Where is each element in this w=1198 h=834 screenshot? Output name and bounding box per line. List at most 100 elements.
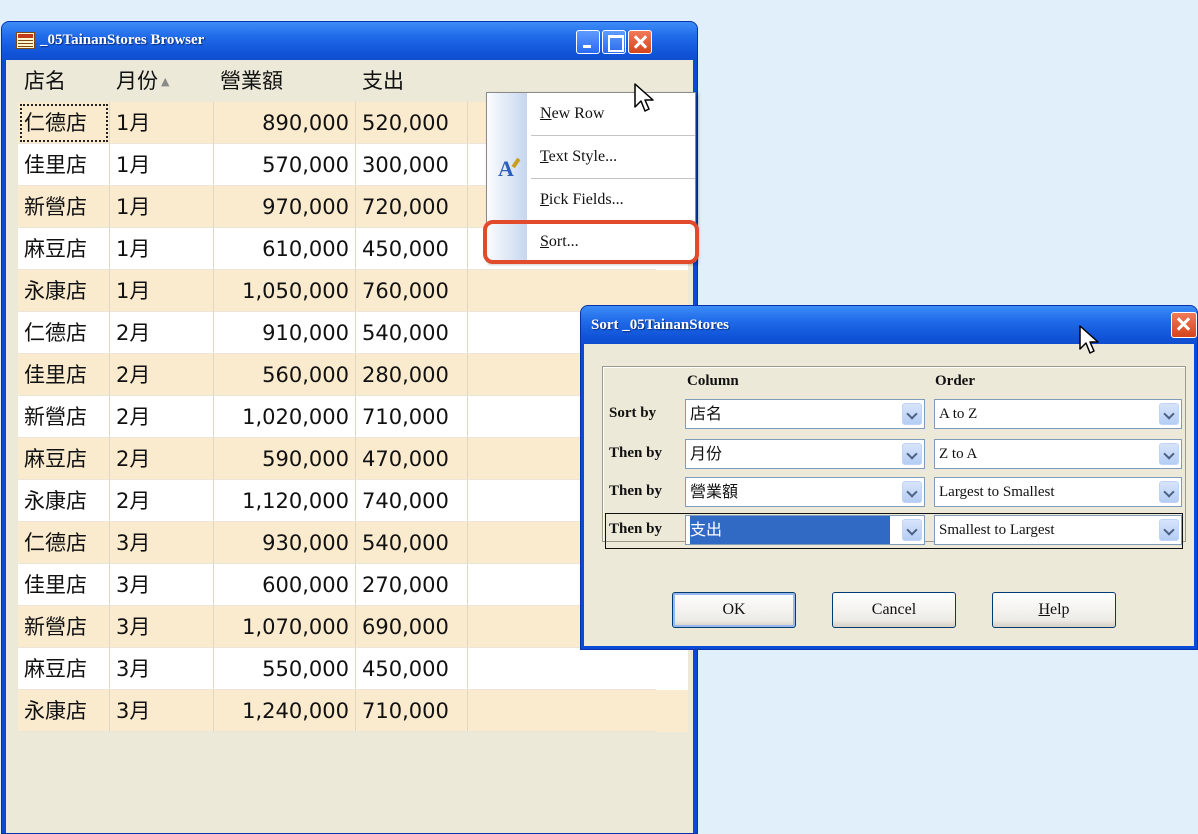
browser-titlebar[interactable]: _05TainanStores Browser (2, 22, 697, 60)
chevron-down-icon[interactable] (1159, 403, 1179, 425)
cell-store[interactable]: 佳里店 (18, 564, 110, 606)
cell-revenue[interactable]: 1,050,000 (214, 270, 356, 312)
button-label: elp (1050, 601, 1070, 618)
then-by-1-order-select[interactable]: Z to A (934, 439, 1182, 469)
cell-expense[interactable]: 710,000 (356, 396, 468, 438)
cell-revenue[interactable]: 570,000 (214, 144, 356, 186)
cell-empty[interactable] (468, 648, 656, 690)
cell-expense[interactable]: 450,000 (356, 648, 468, 690)
cell-month[interactable]: 2月 (110, 312, 214, 354)
cell-expense[interactable]: 540,000 (356, 522, 468, 564)
cell-store[interactable]: 新營店 (18, 606, 110, 648)
cell-month[interactable]: 1月 (110, 228, 214, 270)
cell-expense[interactable]: 720,000 (356, 186, 468, 228)
ok-button[interactable]: OK (672, 592, 796, 628)
cell-expense[interactable]: 740,000 (356, 480, 468, 522)
cell-revenue[interactable]: 600,000 (214, 564, 356, 606)
cell-revenue[interactable]: 890,000 (214, 102, 356, 144)
chevron-down-icon[interactable] (902, 403, 922, 425)
table-row[interactable]: 永康店 3月 1,240,000 710,000 (18, 690, 688, 732)
cell-store[interactable]: 麻豆店 (18, 648, 110, 690)
then-by-1-column-select[interactable]: 月份 (685, 439, 925, 469)
cell-store[interactable]: 仁德店 (18, 102, 110, 144)
cell-month[interactable]: 1月 (110, 186, 214, 228)
cell-revenue[interactable]: 550,000 (214, 648, 356, 690)
cell-month[interactable]: 3月 (110, 564, 214, 606)
cell-expense[interactable]: 450,000 (356, 228, 468, 270)
cell-expense[interactable]: 270,000 (356, 564, 468, 606)
chevron-down-icon[interactable] (1159, 481, 1179, 503)
cell-store[interactable]: 新營店 (18, 186, 110, 228)
cell-store[interactable]: 仁德店 (18, 522, 110, 564)
cell-revenue[interactable]: 970,000 (214, 186, 356, 228)
menu-item-new-row[interactable]: New Row (527, 95, 695, 133)
cell-revenue[interactable]: 560,000 (214, 354, 356, 396)
cell-month[interactable]: 2月 (110, 438, 214, 480)
cell-expense[interactable]: 690,000 (356, 606, 468, 648)
cell-store[interactable]: 永康店 (18, 480, 110, 522)
sort-by-order-select[interactable]: A to Z (934, 399, 1182, 429)
then-by-2-order-select[interactable]: Largest to Smallest (934, 477, 1182, 507)
menu-item-text-style[interactable]: Text Style... (527, 138, 695, 176)
column-header-month[interactable]: 月份 ▲ (110, 60, 214, 102)
cell-expense[interactable]: 470,000 (356, 438, 468, 480)
column-header-revenue[interactable]: 營業額 (214, 60, 356, 102)
sort-dialog-titlebar[interactable]: Sort _05TainanStores (581, 306, 1197, 344)
chevron-down-icon[interactable] (1159, 519, 1179, 541)
cell-expense[interactable]: 280,000 (356, 354, 468, 396)
help-button[interactable]: Help (992, 592, 1116, 628)
cell-month[interactable]: 3月 (110, 522, 214, 564)
dialog-close-button[interactable] (1171, 312, 1197, 338)
menu-separator (531, 178, 695, 179)
maximize-button[interactable] (602, 30, 626, 54)
cell-empty[interactable] (468, 690, 656, 732)
cell-month[interactable]: 2月 (110, 480, 214, 522)
then-by-3-order-select[interactable]: Smallest to Largest (934, 515, 1182, 545)
close-button[interactable] (628, 30, 652, 54)
chevron-down-icon[interactable] (1159, 443, 1179, 465)
cell-month[interactable]: 1月 (110, 144, 214, 186)
cell-store[interactable]: 麻豆店 (18, 228, 110, 270)
cell-store[interactable]: 永康店 (18, 690, 110, 732)
cell-month[interactable]: 1月 (110, 270, 214, 312)
cell-revenue[interactable]: 930,000 (214, 522, 356, 564)
cell-revenue[interactable]: 590,000 (214, 438, 356, 480)
cell-month[interactable]: 2月 (110, 354, 214, 396)
cell-month[interactable]: 3月 (110, 690, 214, 732)
cell-revenue[interactable]: 1,240,000 (214, 690, 356, 732)
chevron-down-icon[interactable] (902, 519, 922, 541)
cell-expense[interactable]: 540,000 (356, 312, 468, 354)
column-header-expense[interactable]: 支出 (356, 60, 468, 102)
chevron-down-icon[interactable] (902, 481, 922, 503)
cell-month[interactable]: 3月 (110, 606, 214, 648)
column-header-store[interactable]: 店名 (18, 60, 110, 102)
cell-month[interactable]: 3月 (110, 648, 214, 690)
cell-expense[interactable]: 300,000 (356, 144, 468, 186)
cell-store[interactable]: 佳里店 (18, 354, 110, 396)
cell-revenue[interactable]: 610,000 (214, 228, 356, 270)
cell-store[interactable]: 永康店 (18, 270, 110, 312)
cell-store[interactable]: 仁德店 (18, 312, 110, 354)
sort-by-label: Sort by (609, 405, 657, 421)
cell-store[interactable]: 新營店 (18, 396, 110, 438)
cell-store[interactable]: 麻豆店 (18, 438, 110, 480)
cell-revenue[interactable]: 1,120,000 (214, 480, 356, 522)
cell-expense[interactable]: 710,000 (356, 690, 468, 732)
then-by-2-column-select[interactable]: 營業額 (685, 477, 925, 507)
cell-revenue[interactable]: 1,070,000 (214, 606, 356, 648)
menu-item-pick-fields[interactable]: Pick Fields... (527, 181, 695, 219)
cell-revenue[interactable]: 1,020,000 (214, 396, 356, 438)
cell-expense[interactable]: 520,000 (356, 102, 468, 144)
then-by-3-column-select[interactable]: 支出 (685, 515, 925, 545)
sort-by-column-select[interactable]: 店名 (685, 399, 925, 429)
minimize-button[interactable] (576, 30, 600, 54)
cell-month[interactable]: 1月 (110, 102, 214, 144)
cell-month[interactable]: 2月 (110, 396, 214, 438)
cell-store[interactable]: 佳里店 (18, 144, 110, 186)
menu-item-label: ext Style... (548, 148, 618, 165)
cell-revenue[interactable]: 910,000 (214, 312, 356, 354)
cancel-button[interactable]: Cancel (832, 592, 956, 628)
table-row[interactable]: 麻豆店 3月 550,000 450,000 (18, 648, 688, 690)
chevron-down-icon[interactable] (902, 443, 922, 465)
cell-expense[interactable]: 760,000 (356, 270, 468, 312)
